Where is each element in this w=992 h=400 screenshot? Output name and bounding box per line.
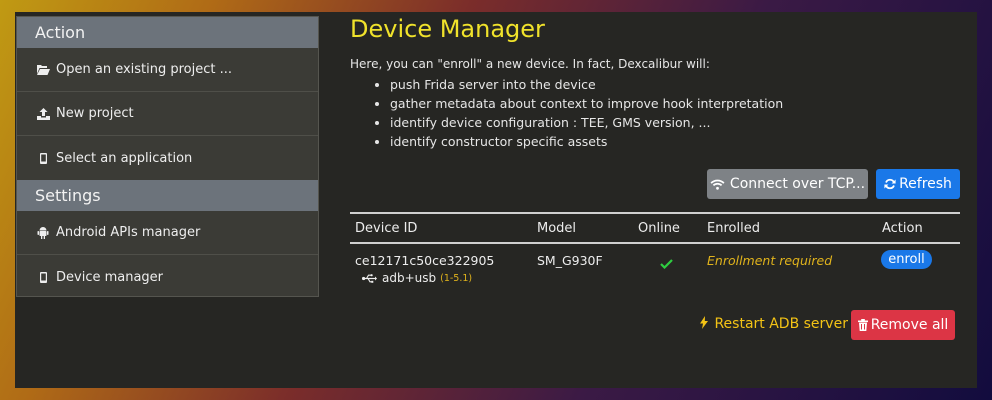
- restart-adb-label: Restart ADB server: [714, 316, 848, 332]
- sidebar-item-android-apis-manager[interactable]: Android APIs manager: [17, 211, 318, 255]
- restart-adb-button[interactable]: Restart ADB server: [700, 316, 848, 333]
- feature-list: push Frida server into the device gather…: [350, 75, 962, 151]
- device-id-cell: ce12171c50ce322905: [355, 253, 495, 268]
- mobile-icon: [36, 152, 50, 164]
- column-header-enrolled: Enrolled: [707, 221, 760, 236]
- connection-version: (1-5.1): [440, 272, 473, 284]
- android-icon: [36, 226, 50, 239]
- column-header-action: Action: [882, 221, 923, 236]
- list-item: push Frida server into the device: [390, 75, 962, 94]
- main-content: Device Manager Here, you can "enroll" a …: [350, 12, 962, 151]
- sidebar-item-open-project[interactable]: Open an existing project ...: [17, 48, 318, 92]
- trash-icon: [857, 319, 868, 331]
- list-item: identify device configuration : TEE, GMS…: [390, 113, 962, 132]
- list-item: gather metadata about context to improve…: [390, 94, 962, 113]
- sidebar-item-label: New project: [56, 106, 134, 121]
- remove-all-label: Remove all: [870, 317, 949, 333]
- online-check-icon: [660, 254, 673, 273]
- sidebar: Action Open an existing project ... New …: [16, 16, 319, 297]
- table-header-border: [350, 242, 960, 244]
- column-header-model: Model: [537, 221, 577, 236]
- upload-icon: [36, 107, 50, 120]
- sidebar-header-settings: Settings: [17, 180, 318, 211]
- connection-info: adb+usb (1-5.1): [362, 271, 472, 285]
- sidebar-header-action: Action: [17, 17, 318, 48]
- list-item: identify constructor specific assets: [390, 132, 962, 151]
- connect-tcp-button[interactable]: Connect over TCP...: [707, 169, 868, 199]
- sidebar-item-label: Select an application: [56, 150, 193, 166]
- folder-open-icon: [36, 64, 50, 75]
- refresh-button[interactable]: Refresh: [876, 169, 960, 199]
- mobile-icon: [36, 271, 50, 283]
- column-header-device-id: Device ID: [355, 221, 418, 236]
- sidebar-item-new-project[interactable]: New project: [17, 92, 318, 136]
- page-title: Device Manager: [350, 15, 545, 43]
- sidebar-item-device-manager[interactable]: Device manager: [17, 255, 318, 299]
- sidebar-item-select-application[interactable]: Select an application: [17, 136, 318, 180]
- bolt-icon: [700, 316, 708, 333]
- sidebar-item-label: Open an existing project ...: [56, 62, 233, 77]
- usb-icon: [362, 273, 377, 283]
- sidebar-item-label: Device manager: [56, 269, 164, 285]
- refresh-icon: [884, 178, 896, 190]
- model-cell: SM_G930F: [537, 253, 603, 268]
- wifi-icon: [710, 179, 725, 190]
- sidebar-item-label: Android APIs manager: [56, 225, 201, 240]
- connect-tcp-label: Connect over TCP...: [729, 176, 866, 192]
- enroll-button[interactable]: enroll: [881, 250, 932, 269]
- table-top-border: [350, 212, 960, 214]
- column-header-online: Online: [638, 221, 680, 236]
- remove-all-button[interactable]: Remove all: [851, 310, 955, 340]
- connection-type: adb+usb: [382, 271, 437, 285]
- refresh-label: Refresh: [899, 176, 952, 192]
- intro-text: Here, you can "enroll" a new device. In …: [350, 57, 710, 71]
- enrolled-status: Enrollment required: [707, 253, 833, 268]
